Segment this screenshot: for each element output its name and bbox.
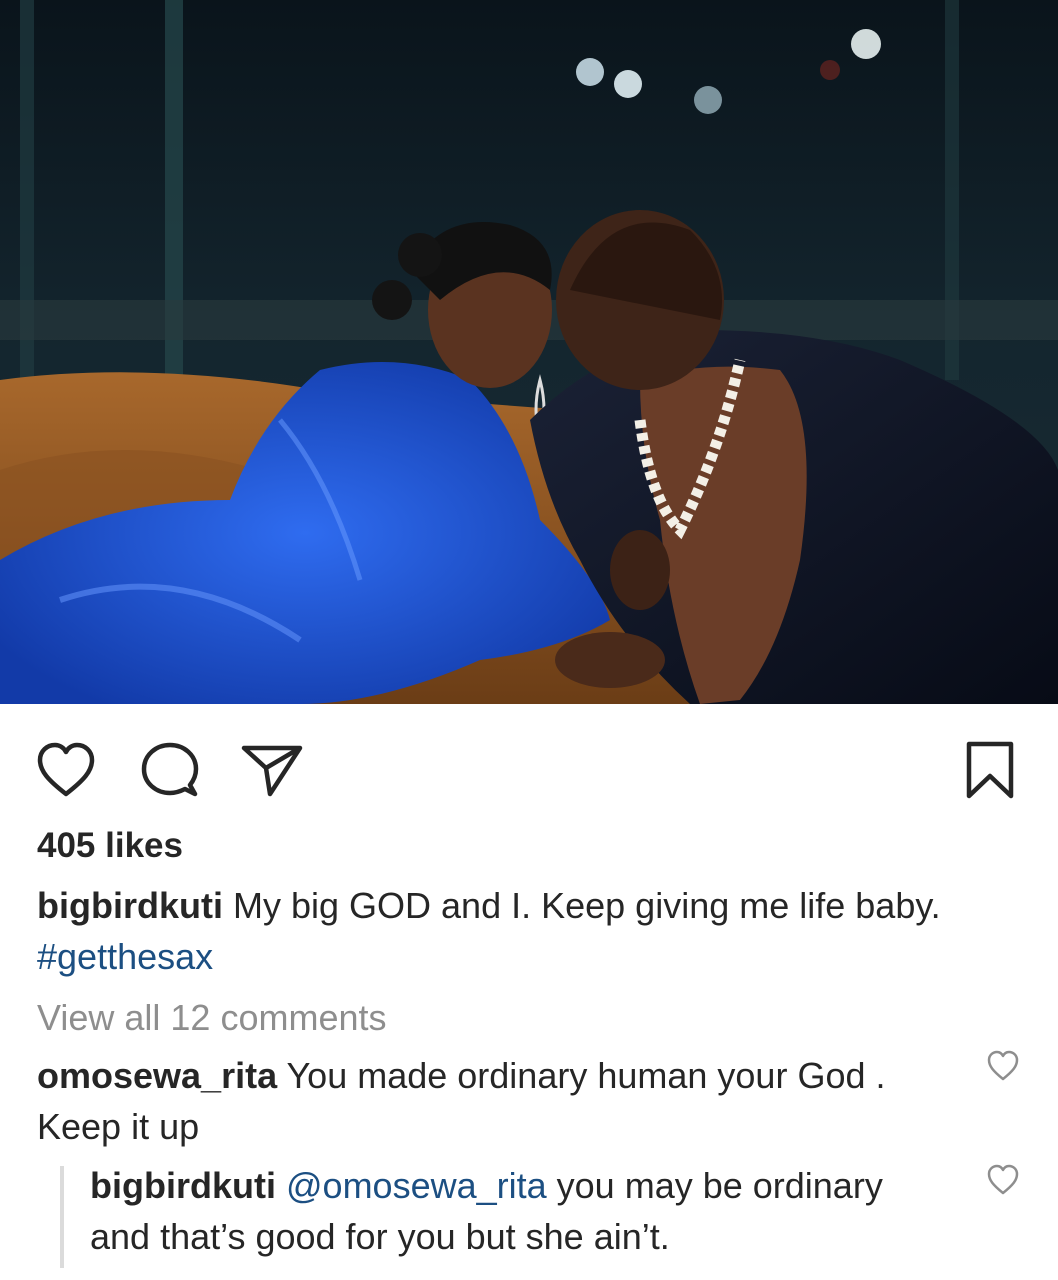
paper-plane-icon	[241, 745, 303, 797]
small-heart-icon	[987, 1050, 1019, 1081]
reply-mention[interactable]: @omosewa_rita	[286, 1165, 547, 1206]
comment-icon	[141, 742, 199, 797]
post-photo[interactable]	[0, 0, 1058, 704]
view-all-comments-link[interactable]: View all 12 comments	[37, 996, 387, 1040]
comment-button[interactable]	[138, 738, 202, 802]
reply-like-button[interactable]	[986, 1164, 1020, 1198]
post-image	[0, 0, 1058, 704]
reply-thread: bigbirdkuti @omosewa_rita you may be ord…	[60, 1160, 1020, 1270]
reply-indent-line	[60, 1166, 64, 1268]
small-heart-icon	[987, 1164, 1019, 1195]
likes-count[interactable]: 405 likes	[37, 826, 183, 866]
caption-hashtag[interactable]: #getthesax	[37, 936, 213, 977]
caption-text: My big GOD and I. Keep giving me life ba…	[222, 885, 941, 926]
comment-like-button[interactable]	[986, 1050, 1020, 1084]
heart-icon	[37, 742, 95, 797]
like-button[interactable]	[34, 738, 98, 802]
reply-username[interactable]: bigbirdkuti	[90, 1165, 276, 1206]
post-action-bar	[0, 704, 1058, 822]
reply-item: bigbirdkuti @omosewa_rita you may be ord…	[90, 1160, 950, 1262]
post-caption: bigbirdkuti My big GOD and I. Keep givin…	[37, 880, 1007, 982]
caption-username[interactable]: bigbirdkuti	[37, 885, 223, 926]
comment-username[interactable]: omosewa_rita	[37, 1055, 277, 1096]
comment-item: omosewa_rita You made ordinary human you…	[37, 1050, 957, 1152]
save-button[interactable]	[958, 738, 1022, 802]
share-button[interactable]	[240, 738, 304, 802]
bookmark-icon	[966, 741, 1014, 799]
